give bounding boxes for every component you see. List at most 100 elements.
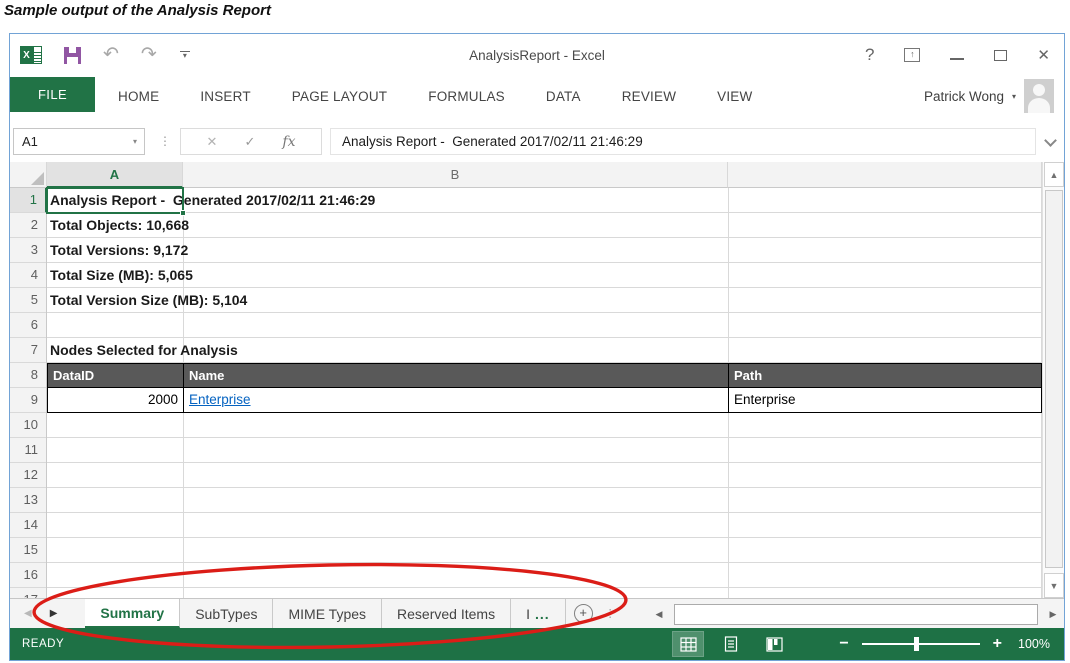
row-header-16[interactable]: 16 <box>10 563 46 588</box>
column-header-rest[interactable] <box>728 162 1042 188</box>
save-icon[interactable] <box>64 47 81 64</box>
customize-qat-icon[interactable]: ▾ <box>179 51 191 59</box>
enterprise-link[interactable]: Enterprise <box>189 392 251 407</box>
row-header-7[interactable]: 7 <box>10 338 46 363</box>
table-cell-name[interactable]: Enterprise <box>183 388 728 413</box>
scroll-right-icon[interactable]: ▶ <box>1042 603 1064 625</box>
scroll-up-icon[interactable]: ▲ <box>1044 162 1064 187</box>
ribbon-display-options-icon[interactable]: ↑ <box>904 48 920 62</box>
tab-file[interactable]: FILE <box>10 77 95 112</box>
sheet-nav: ◀ ▶ <box>10 599 57 628</box>
row-header-10[interactable]: 10 <box>10 413 46 438</box>
row-header-2[interactable]: 2 <box>10 213 46 238</box>
spreadsheet: A B 1234567891011121314151617 Analysis R… <box>10 162 1064 598</box>
table-header-name[interactable]: Name <box>183 363 728 388</box>
close-icon[interactable]: ✕ <box>1037 46 1050 64</box>
column-header-a[interactable]: A <box>47 162 183 188</box>
page-break-preview-icon[interactable] <box>759 632 789 656</box>
title-bar: X ↶ ↷ ▾ AnalysisReport - Excel ? ↑ ✕ <box>10 34 1064 76</box>
account-area[interactable]: Patrick Wong ▾ <box>924 78 1054 114</box>
excel-sheet-glyph <box>33 46 42 64</box>
redo-icon[interactable]: ↷ <box>141 46 157 64</box>
formula-bar-splitter[interactable]: ⋮ <box>159 134 171 148</box>
new-sheet-icon[interactable]: + <box>574 604 593 623</box>
row-header-17[interactable]: 17 <box>10 588 46 598</box>
sheet-tab-mime-types[interactable]: MIME Types <box>273 599 382 628</box>
row-header-4[interactable]: 4 <box>10 263 46 288</box>
undo-icon[interactable]: ↶ <box>103 46 119 64</box>
status-mode: READY <box>22 628 64 660</box>
sheet-tab-subtypes[interactable]: SubTypes <box>180 599 273 628</box>
cell-a3[interactable]: Total Versions: 9,172 <box>50 238 188 263</box>
active-cell-selection <box>46 187 184 214</box>
row-number-gutter: 1234567891011121314151617 <box>10 188 47 598</box>
row-header-14[interactable]: 14 <box>10 513 46 538</box>
cell-a4[interactable]: Total Size (MB): 5,065 <box>50 263 193 288</box>
horizontal-scrollbar[interactable]: ◀ ▶ <box>648 602 1064 626</box>
zoom-out-icon[interactable]: − <box>839 635 848 653</box>
account-caret-icon: ▾ <box>1012 92 1016 101</box>
zoom-slider-thumb[interactable] <box>914 637 919 651</box>
sheet-tab-reserved-items[interactable]: Reserved Items <box>382 599 511 628</box>
cancel-icon[interactable]: ✕ <box>207 134 218 150</box>
sheet-tab-label: Reserved Items <box>397 606 495 622</box>
page-layout-view-icon[interactable] <box>716 632 746 656</box>
insert-function-icon[interactable]: fx <box>282 134 295 150</box>
cell-a5[interactable]: Total Version Size (MB): 5,104 <box>50 288 247 313</box>
cell-a7[interactable]: Nodes Selected for Analysis <box>50 338 238 363</box>
sheet-tab-summary[interactable]: Summary <box>85 599 180 628</box>
row-header-6[interactable]: 6 <box>10 313 46 338</box>
minimize-icon[interactable] <box>950 58 964 60</box>
ribbon-tab-formulas[interactable]: FORMULAS <box>428 89 505 104</box>
ribbon-tab-home[interactable]: HOME <box>118 89 159 104</box>
ribbon-tab-review[interactable]: REVIEW <box>622 89 676 104</box>
table-header-path[interactable]: Path <box>728 363 1042 388</box>
scroll-left-icon[interactable]: ◀ <box>648 603 670 625</box>
zoom-slider[interactable] <box>862 643 980 645</box>
sheet-tab-i[interactable]: I... <box>511 599 566 628</box>
help-icon[interactable]: ? <box>865 45 874 65</box>
enter-icon[interactable]: ✓ <box>244 134 255 150</box>
more-tabs-ellipsis: ... <box>535 606 550 622</box>
tabbar-splitter[interactable]: ⋮ <box>605 607 616 620</box>
zoom-level[interactable]: 100% <box>1018 637 1050 651</box>
row-header-11[interactable]: 11 <box>10 438 46 463</box>
row-header-8[interactable]: 8 <box>10 363 46 388</box>
window-controls: ? ↑ ✕ <box>865 34 1050 76</box>
select-all-corner[interactable] <box>10 162 47 188</box>
avatar[interactable] <box>1024 79 1054 113</box>
row-header-9[interactable]: 9 <box>10 388 46 413</box>
row-header-15[interactable]: 15 <box>10 538 46 563</box>
vertical-scrollbar[interactable]: ▲ ▼ <box>1042 162 1064 598</box>
zoom-in-icon[interactable]: + <box>993 635 1002 653</box>
row-header-3[interactable]: 3 <box>10 238 46 263</box>
sheet-tab-label: Summary <box>100 605 164 621</box>
quick-access-toolbar: X ↶ ↷ ▾ <box>20 34 191 76</box>
row-header-1[interactable]: 1 <box>10 188 47 213</box>
ribbon-tab-view[interactable]: VIEW <box>717 89 752 104</box>
row-header-5[interactable]: 5 <box>10 288 46 313</box>
name-box[interactable]: A1 ▾ <box>13 128 145 155</box>
horizontal-scroll-thumb[interactable] <box>674 604 1038 625</box>
ribbon-tab-data[interactable]: DATA <box>546 89 581 104</box>
prev-sheet-icon[interactable]: ◀ <box>24 608 32 619</box>
expand-formula-bar-icon[interactable] <box>1044 134 1057 147</box>
fill-handle[interactable] <box>180 210 186 216</box>
next-sheet-icon[interactable]: ▶ <box>50 608 58 619</box>
table-cell-path[interactable]: Enterprise <box>728 388 1042 413</box>
ribbon-tab-insert[interactable]: INSERT <box>200 89 250 104</box>
status-bar-right: − + 100% <box>673 628 1050 660</box>
formula-input[interactable]: Analysis Report - Generated 2017/02/11 2… <box>330 128 1036 155</box>
ribbon-tab-page-layout[interactable]: PAGE LAYOUT <box>292 89 387 104</box>
maximize-icon[interactable] <box>994 50 1007 61</box>
excel-app-icon[interactable]: X <box>20 46 42 64</box>
cell-a2[interactable]: Total Objects: 10,668 <box>50 213 189 238</box>
row-header-12[interactable]: 12 <box>10 463 46 488</box>
row-header-13[interactable]: 13 <box>10 488 46 513</box>
table-header-dataid[interactable]: DataID <box>47 363 183 388</box>
column-header-b[interactable]: B <box>183 162 728 188</box>
scroll-down-icon[interactable]: ▼ <box>1044 573 1064 598</box>
table-cell-dataid[interactable]: 2000 <box>47 388 183 413</box>
vertical-scroll-thumb[interactable] <box>1045 190 1063 568</box>
normal-view-icon[interactable] <box>673 632 703 656</box>
